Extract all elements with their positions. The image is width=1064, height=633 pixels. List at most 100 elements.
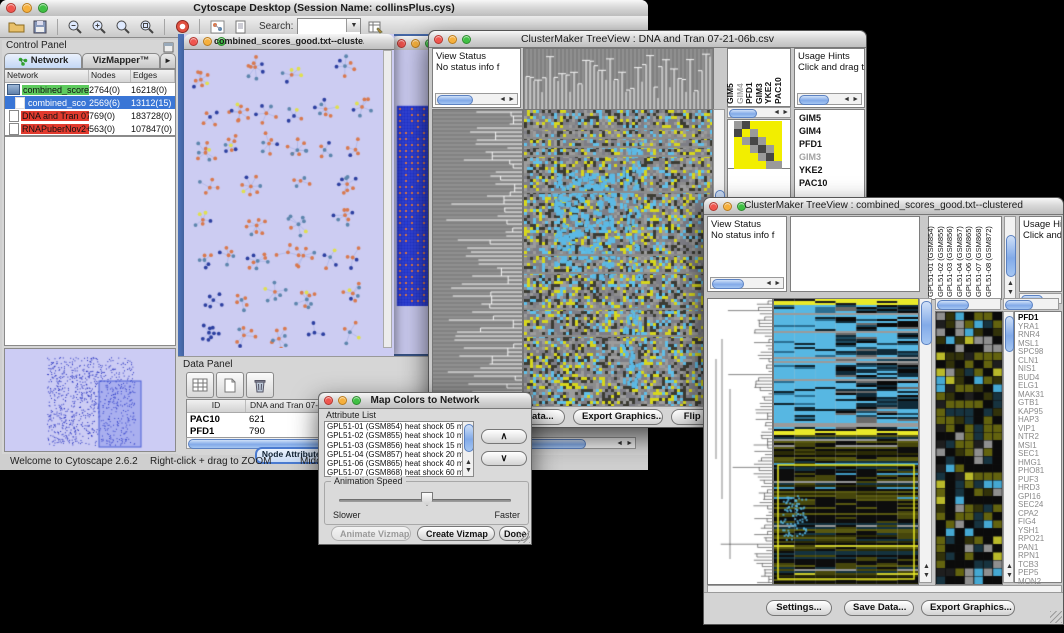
birdseye-overview[interactable]: [4, 348, 176, 452]
scroll-right-icon[interactable]: ►: [626, 440, 633, 448]
tab-overflow-button[interactable]: ►: [160, 53, 176, 69]
row-label[interactable]: GIM5: [799, 112, 864, 125]
table-import-button[interactable]: [365, 18, 385, 36]
attribute-item[interactable]: GPL51-06 (GSM865) heat shock 40 min: [325, 459, 473, 468]
resize-grip[interactable]: [518, 531, 530, 543]
row-dendrogram[interactable]: [707, 298, 773, 585]
col-header-edges[interactable]: Edges: [131, 70, 175, 82]
mini-heatmap[interactable]: [734, 121, 782, 169]
scroll-right-icon[interactable]: ►: [508, 96, 515, 104]
scrollbar-thumb[interactable]: [729, 109, 757, 118]
scroll-right-icon[interactable]: ►: [782, 109, 789, 117]
network-view-1[interactable]: [186, 50, 382, 348]
zoom-selected-button[interactable]: [137, 18, 157, 36]
column-dendrogram-panel[interactable]: [790, 216, 920, 292]
zoom-in-button[interactable]: [89, 18, 109, 36]
combo-arrow-icon[interactable]: ▼: [346, 19, 360, 32]
scroll-right-icon[interactable]: ►: [774, 280, 781, 288]
slider-thumb[interactable]: [421, 492, 433, 506]
open-session-button[interactable]: [6, 18, 26, 36]
scrollbar-thumb[interactable]: [799, 95, 829, 105]
minimize-button[interactable]: [338, 396, 347, 405]
zoom-fit-button[interactable]: [113, 18, 133, 36]
treeview-combined-titlebar[interactable]: ClusterMaker TreeView : combined_scores_…: [704, 198, 1063, 215]
row-dendrogram[interactable]: [432, 109, 523, 411]
network-list-row[interactable]: combined_sco2569(6)13112(15): [5, 96, 175, 109]
resize-grip[interactable]: [1050, 611, 1062, 623]
scroll-up-icon[interactable]: ▲: [923, 563, 930, 571]
column-labels-vscrollbar[interactable]: ▲ ▼: [1004, 216, 1016, 300]
column-label[interactable]: GIM3: [754, 83, 764, 104]
scroll-down-icon[interactable]: ▼: [1007, 289, 1014, 297]
minimize-button[interactable]: [411, 39, 420, 48]
create-vizmap-button[interactable]: Create Vizmap: [417, 526, 495, 541]
scrollbar-thumb[interactable]: [712, 279, 744, 289]
scroll-down-icon[interactable]: ▼: [923, 572, 930, 580]
heatmap-vscrollbar[interactable]: ▲ ▼: [919, 298, 932, 583]
save-data-button[interactable]: Save Data...: [844, 600, 914, 616]
row-label[interactable]: GIM3: [799, 151, 864, 164]
network-window1-titlebar[interactable]: combined_scores_good.txt--cluste...: [184, 34, 394, 50]
close-button[interactable]: [434, 35, 443, 44]
zoom-heatmap-hscrollbar[interactable]: [935, 298, 1001, 310]
view-status-hscrollbar[interactable]: ◄ ►: [710, 277, 784, 289]
move-up-button[interactable]: ∧: [481, 429, 527, 444]
minimize-button[interactable]: [203, 37, 212, 46]
scrollbar-thumb[interactable]: [1005, 316, 1014, 352]
row-label[interactable]: YKE2: [799, 164, 864, 177]
annotation-button[interactable]: [231, 18, 251, 36]
minimize-button[interactable]: [723, 202, 732, 211]
scroll-left-icon[interactable]: ◄: [765, 280, 772, 288]
minimize-button[interactable]: [448, 35, 457, 44]
column-label[interactable]: GPL51-07 (GSM868): [974, 226, 983, 297]
col-header-id[interactable]: ID: [187, 400, 246, 412]
zoomed-heatmap[interactable]: [935, 311, 1003, 585]
attribute-list-vscrollbar[interactable]: ▲ ▼: [462, 422, 474, 476]
attribute-item[interactable]: GPL51-03 (GSM856) heat shock 15 min: [325, 441, 473, 450]
column-dendrogram[interactable]: [523, 48, 714, 110]
close-button[interactable]: [397, 39, 406, 48]
network-list-row[interactable]: RNAPuberNov2+563(0)107847(0): [5, 122, 175, 135]
main-titlebar[interactable]: Cytoscape Desktop (Session Name: collins…: [0, 0, 648, 17]
row-label[interactable]: PFD1: [799, 138, 864, 151]
export-graphics-button[interactable]: Export Graphics...: [921, 600, 1015, 616]
tab-network[interactable]: Network: [4, 53, 82, 69]
column-label[interactable]: GPL51-04 (GSM857): [955, 226, 964, 297]
network-vscrollbar[interactable]: [383, 50, 392, 348]
close-button[interactable]: [6, 3, 16, 13]
scrollbar-thumb[interactable]: [937, 300, 969, 310]
column-label[interactable]: YKE2: [763, 82, 773, 104]
scrollbar-thumb[interactable]: [437, 95, 473, 105]
main-heatmap[interactable]: [773, 298, 919, 585]
network-list-row[interactable]: combined_scores2764(0)16218(0): [5, 83, 175, 96]
close-button[interactable]: [324, 396, 333, 405]
scroll-left-icon[interactable]: ◄: [773, 109, 780, 117]
attribute-list[interactable]: GPL51-01 (GSM854) heat shock 05 min GPL51…: [324, 421, 474, 477]
column-label[interactable]: GPL51-06 (GSM865): [964, 226, 973, 297]
scroll-down-icon[interactable]: ▼: [1006, 572, 1013, 580]
scrollbar-thumb[interactable]: [1005, 300, 1033, 310]
column-label[interactable]: GPL51-03 (GSM856): [945, 226, 954, 297]
column-label[interactable]: GIM4: [735, 83, 745, 104]
column-labels-hscrollbar[interactable]: ◄ ►: [727, 107, 791, 118]
col-header-nodes[interactable]: Nodes: [89, 70, 131, 82]
settings-button[interactable]: Settings...: [766, 600, 832, 616]
scroll-up-icon[interactable]: ▲: [1006, 563, 1013, 571]
column-label[interactable]: GIM5: [725, 83, 735, 104]
zoom-out-button[interactable]: [65, 18, 85, 36]
scrollbar-thumb[interactable]: [1006, 235, 1016, 277]
main-heatmap[interactable]: [523, 109, 713, 411]
help-button[interactable]: [172, 18, 192, 36]
move-down-button[interactable]: ∨: [481, 451, 527, 466]
dialog-titlebar[interactable]: Map Colors to Network: [319, 393, 531, 409]
scrollbar-thumb[interactable]: [464, 424, 474, 452]
select-attributes-button[interactable]: [186, 372, 214, 398]
gene-list-vscrollbar[interactable]: ▲ ▼: [1003, 311, 1014, 583]
scroll-left-icon[interactable]: ◄: [499, 96, 506, 104]
attribute-item[interactable]: GPL51-01 (GSM854) heat shock 05 min: [325, 422, 473, 431]
close-button[interactable]: [709, 202, 718, 211]
column-label[interactable]: GPL51-08 (GSM872): [984, 226, 993, 297]
treeview-dna-titlebar[interactable]: ClusterMaker TreeView : DNA and Tran 07-…: [429, 31, 866, 48]
view-status-hscrollbar[interactable]: ◄ ►: [435, 93, 518, 105]
column-label[interactable]: PAC10: [773, 77, 783, 104]
